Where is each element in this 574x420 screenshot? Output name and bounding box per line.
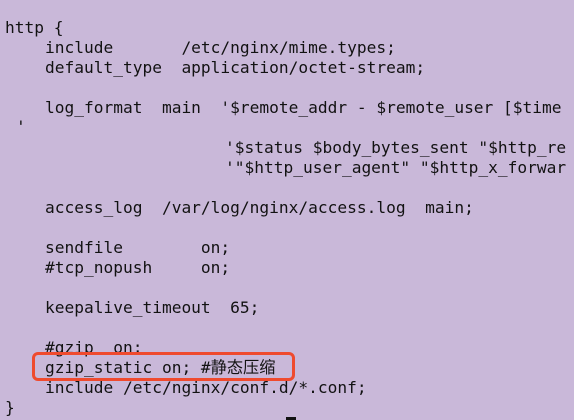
highlight-annotation: [32, 352, 295, 381]
code-line-access-log: access_log /var/log/nginx/access.log mai…: [45, 198, 474, 217]
code-line-keepalive: keepalive_timeout 65;: [45, 298, 260, 317]
code-line-log-format-wrap: ': [16, 117, 26, 136]
code-line-log-format: log_format main '$remote_addr - $remote_…: [45, 98, 562, 117]
code-line-include-mime: include /etc/nginx/mime.types;: [45, 38, 396, 57]
code-line-log-format-agent: '"$http_user_agent" "$http_x_forwar: [225, 158, 567, 177]
code-line-sendfile: sendfile on;: [45, 238, 231, 257]
code-line-log-format-status: '$status $body_bytes_sent "$http_re: [225, 138, 567, 157]
code-line-http-close: }: [5, 398, 15, 417]
code-line-include-conf: include /etc/nginx/conf.d/*.conf;: [45, 378, 367, 397]
code-line-tcp-nopush: #tcp_nopush on;: [45, 258, 231, 277]
code-view: http { include /etc/nginx/mime.types; de…: [0, 0, 574, 420]
code-line-default-type: default_type application/octet-stream;: [45, 58, 426, 77]
code-line-http-open: http {: [5, 18, 64, 37]
